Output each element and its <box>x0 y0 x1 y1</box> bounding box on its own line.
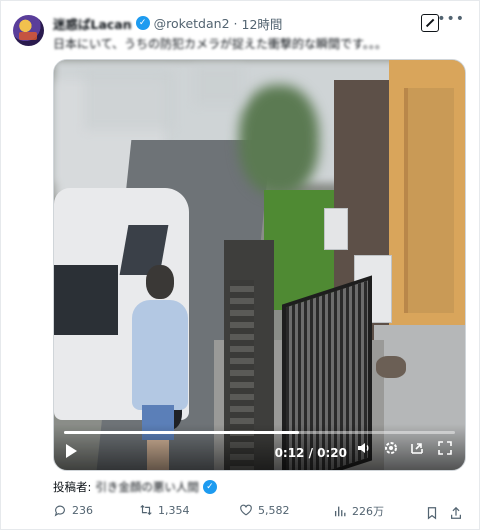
views-count: 226万 <box>352 505 384 518</box>
reply-button[interactable]: 236 <box>53 503 93 517</box>
retweet-icon <box>140 504 152 516</box>
views-button[interactable]: 226万 <box>333 503 384 519</box>
play-icon[interactable] <box>66 444 77 458</box>
display-name[interactable]: 迷惑ばLacan <box>53 14 132 33</box>
like-count: 5,582 <box>258 503 290 517</box>
credit-label: 投稿者: <box>53 480 92 494</box>
views-chart-icon <box>334 506 346 517</box>
volume-icon[interactable] <box>356 440 372 461</box>
verified-badge-icon: ✓ <box>202 480 217 494</box>
avatar[interactable] <box>13 15 44 46</box>
bookmark-icon[interactable] <box>425 505 439 524</box>
share-icon[interactable] <box>449 505 463 524</box>
tweet-actions: 236 1,354 5,582 226万 <box>53 503 469 523</box>
video-progress-fill <box>64 431 299 434</box>
post-time[interactable]: 12時間 <box>242 14 283 33</box>
verified-badge-icon: ✓ <box>135 16 150 30</box>
more-options-icon[interactable]: ••• <box>437 11 465 27</box>
retweet-button[interactable]: 1,354 <box>139 503 190 517</box>
like-button[interactable]: 5,582 <box>239 503 290 517</box>
settings-gear-icon[interactable] <box>383 440 399 461</box>
user-handle[interactable]: @roketdan2 <box>154 16 230 31</box>
video-controls: 0:12 / 0:20 <box>54 424 465 470</box>
fullscreen-icon[interactable] <box>437 440 453 461</box>
reply-icon <box>54 505 65 517</box>
separator-dot: · <box>233 15 238 31</box>
credit-author-name[interactable]: 引き金顔の悪い人間 <box>95 479 199 495</box>
heart-icon <box>240 504 252 516</box>
tweet-card[interactable]: 迷惑ばLacan ✓ @roketdan2 · 12時間 ••• 日本にいて、う… <box>0 0 480 530</box>
video-player[interactable]: 0:12 / 0:20 <box>53 59 466 471</box>
tweet-text: 日本にいて、うちの防犯カメラが捉えた衝撃的な瞬間です。。。 <box>53 37 387 51</box>
reply-count: 236 <box>72 503 93 517</box>
video-progress-bar[interactable] <box>64 431 455 434</box>
video-credit: 投稿者: 引き金顔の悪い人間 ✓ <box>53 479 217 495</box>
retweet-count: 1,354 <box>158 503 190 517</box>
video-frame <box>54 60 465 470</box>
video-time: 0:12 / 0:20 <box>274 446 347 460</box>
tweet-header: 迷惑ばLacan ✓ @roketdan2 · 12時間 <box>53 13 419 33</box>
picture-in-picture-icon[interactable] <box>409 440 425 461</box>
